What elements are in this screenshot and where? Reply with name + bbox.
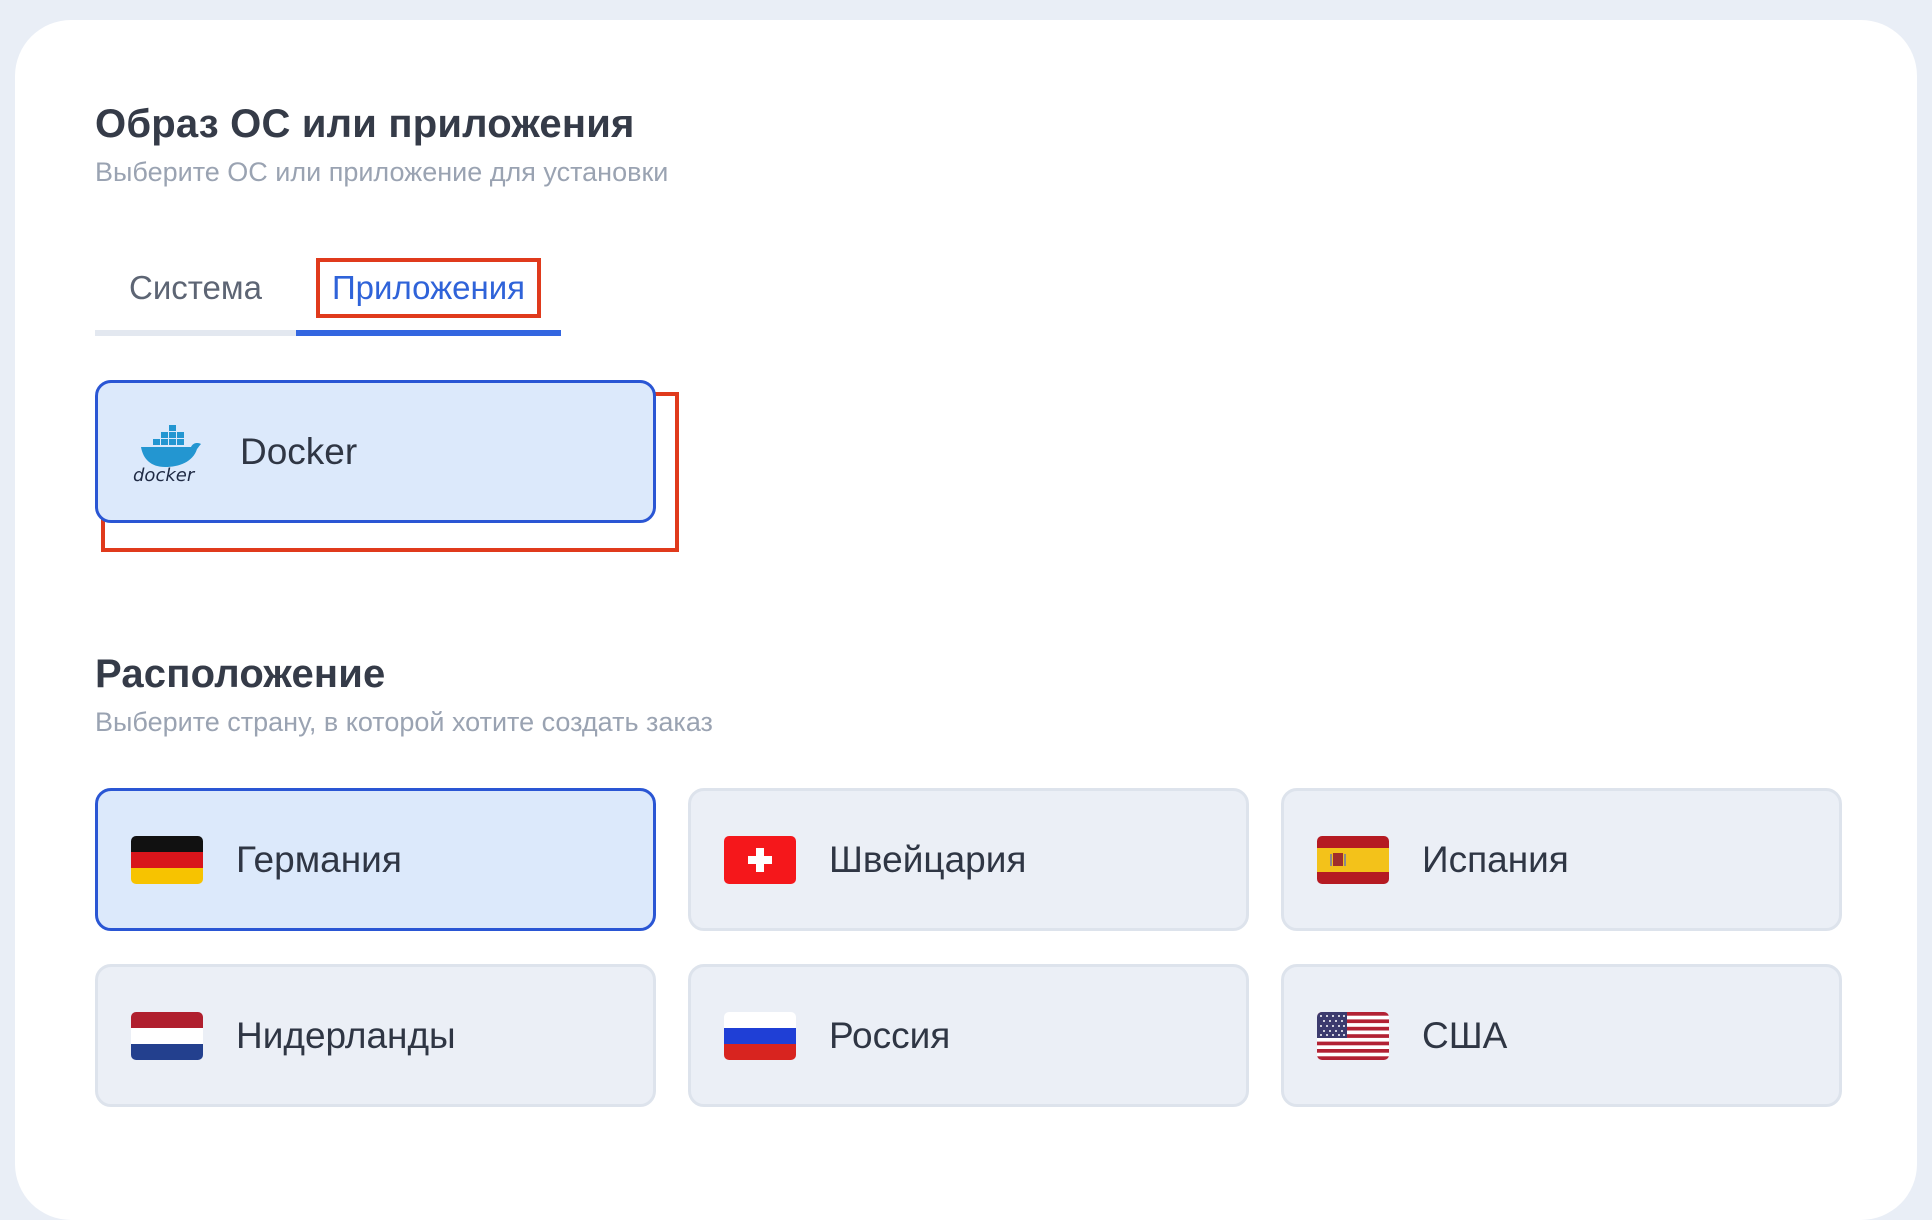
location-section-subtitle: Выберите страну, в которой хотите создат… [95,707,713,737]
country-label: Россия [829,1014,951,1056]
app-tile-docker-label: Docker [240,430,358,472]
image-section-title: Образ ОС или приложения [95,102,635,146]
image-section-subtitle: Выберите ОС или приложение для установки [95,157,669,187]
country-tile-germany[interactable]: Германия [95,788,656,931]
russia-flag-icon [724,1011,796,1060]
docker-logo-text: docker [133,465,196,486]
country-label: Германия [236,838,402,880]
country-tile-switzerland[interactable]: Швейцария [688,788,1249,931]
country-tile-usa[interactable]: США [1281,964,1842,1107]
app-tile-docker[interactable]: docker Docker [95,380,656,523]
spain-flag-icon [1317,835,1389,884]
tab-system[interactable]: Система [95,245,296,336]
country-label: Нидерланды [236,1014,456,1056]
image-tabs: Система Приложения [95,245,561,337]
usa-flag-icon [1317,1011,1389,1060]
country-label: США [1422,1014,1508,1056]
tab-applications-label: Приложения [315,257,542,318]
image-section-header: Образ ОС или приложения Выберите ОС или … [95,102,668,188]
tab-system-label: Система [129,268,262,306]
main-card: Образ ОС или приложения Выберите ОС или … [15,20,1917,1220]
switzerland-flag-icon [724,835,796,884]
location-section-title: Расположение [95,652,386,696]
country-label: Испания [1422,838,1569,880]
country-tile-netherlands[interactable]: Нидерланды [95,964,656,1107]
netherlands-flag-icon [131,1011,203,1060]
country-label: Швейцария [829,838,1027,880]
country-tile-spain[interactable]: Испания [1281,788,1842,931]
tab-applications[interactable]: Приложения [296,245,561,336]
country-tile-russia[interactable]: Россия [688,964,1249,1107]
docker-logo-icon: docker [131,417,207,487]
germany-flag-icon [131,835,203,884]
location-section-header: Расположение Выберите страну, в которой … [95,652,713,738]
